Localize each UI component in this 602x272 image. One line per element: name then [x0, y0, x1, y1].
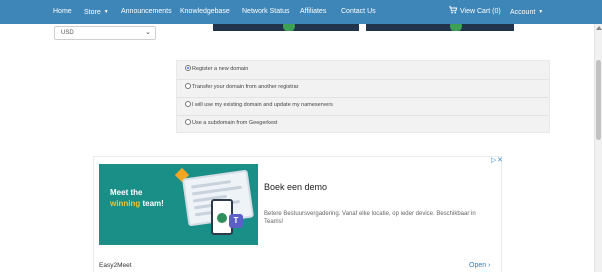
- card-graphic: [283, 24, 295, 31]
- nav-store[interactable]: Store ▼: [84, 0, 109, 24]
- ad-image-line2-rest: team!: [142, 199, 164, 208]
- ad-open-button[interactable]: Open ›: [469, 262, 490, 269]
- ad-image-highlight: winning: [110, 199, 141, 208]
- chevron-right-icon: ›: [488, 262, 491, 269]
- ad-open-label: Open: [469, 262, 487, 269]
- product-card-image: [366, 24, 514, 31]
- domain-option-label: I will use my existing domain and update…: [192, 102, 333, 108]
- product-card-image: [213, 24, 359, 31]
- cart-icon: [449, 6, 457, 14]
- caret-down-icon: ▼: [103, 9, 109, 15]
- teams-logo-icon: T: [229, 214, 243, 228]
- domain-option-register[interactable]: Register a new domain: [185, 63, 248, 75]
- avatar: [217, 213, 227, 223]
- card-graphic: [450, 24, 462, 31]
- currency-select[interactable]: USD ⌄: [54, 26, 156, 40]
- nav-store-label: Store: [84, 8, 101, 16]
- divider: [177, 79, 549, 80]
- nav-account-label: Account: [510, 8, 536, 16]
- ad-image-line2: winning team!: [110, 199, 164, 208]
- divider: [177, 97, 549, 98]
- scroll-up-icon[interactable]: [596, 26, 602, 30]
- domain-option-transfer[interactable]: Transfer your domain from another regist…: [185, 81, 298, 93]
- close-ad-icon[interactable]: ✕: [497, 156, 503, 164]
- nav-home[interactable]: Home: [53, 0, 72, 24]
- view-cart-link[interactable]: View Cart (0): [449, 0, 501, 24]
- domain-options-panel: Register a new domain Transfer your doma…: [176, 60, 550, 133]
- domain-option-existing[interactable]: I will use my existing domain and update…: [185, 99, 333, 111]
- radio-checked-icon[interactable]: [185, 65, 191, 71]
- radio-icon[interactable]: [185, 83, 191, 89]
- ad-headline[interactable]: Boek een demo: [264, 182, 327, 192]
- domain-option-label: Transfer your domain from another regist…: [192, 84, 299, 90]
- nav-knowledgebase[interactable]: Knowledgebase: [180, 0, 230, 24]
- nav-contact-us[interactable]: Contact Us: [341, 0, 376, 24]
- page-scrollbar[interactable]: [594, 24, 602, 272]
- nav-announcements[interactable]: Announcements: [121, 0, 172, 24]
- caret-down-icon: ▼: [538, 9, 544, 15]
- domain-option-label: Use a subdomain from Geegerkest: [192, 120, 278, 126]
- scrollbar-thumb[interactable]: [596, 60, 601, 140]
- radio-icon[interactable]: [185, 101, 191, 107]
- view-cart-label: View Cart (0): [460, 8, 501, 15]
- nav-network-status[interactable]: Network Status: [242, 0, 289, 24]
- nav-affiliates[interactable]: Affiliates: [300, 0, 326, 24]
- adchoices-icon[interactable]: ▷: [491, 156, 496, 164]
- ad-advertiser-name[interactable]: Easy2Meet: [99, 262, 132, 269]
- domain-option-label: Register a new domain: [192, 66, 249, 72]
- divider: [177, 115, 549, 116]
- currency-value: USD: [61, 30, 74, 36]
- top-navbar: Home Store ▼ Announcements Knowledgebase …: [0, 0, 602, 24]
- radio-icon[interactable]: [185, 119, 191, 125]
- chevron-down-icon: ⌄: [145, 29, 151, 36]
- nav-account[interactable]: Account ▼: [510, 0, 543, 24]
- domain-option-subdomain[interactable]: Use a subdomain from Geegerkest: [185, 117, 277, 129]
- ad-body-text: Betere Bestuursvergadering. Vanaf elke l…: [264, 211, 476, 225]
- ad-image[interactable]: T Meet the winning team!: [99, 164, 258, 245]
- ad-image-line1: Meet the: [110, 188, 143, 197]
